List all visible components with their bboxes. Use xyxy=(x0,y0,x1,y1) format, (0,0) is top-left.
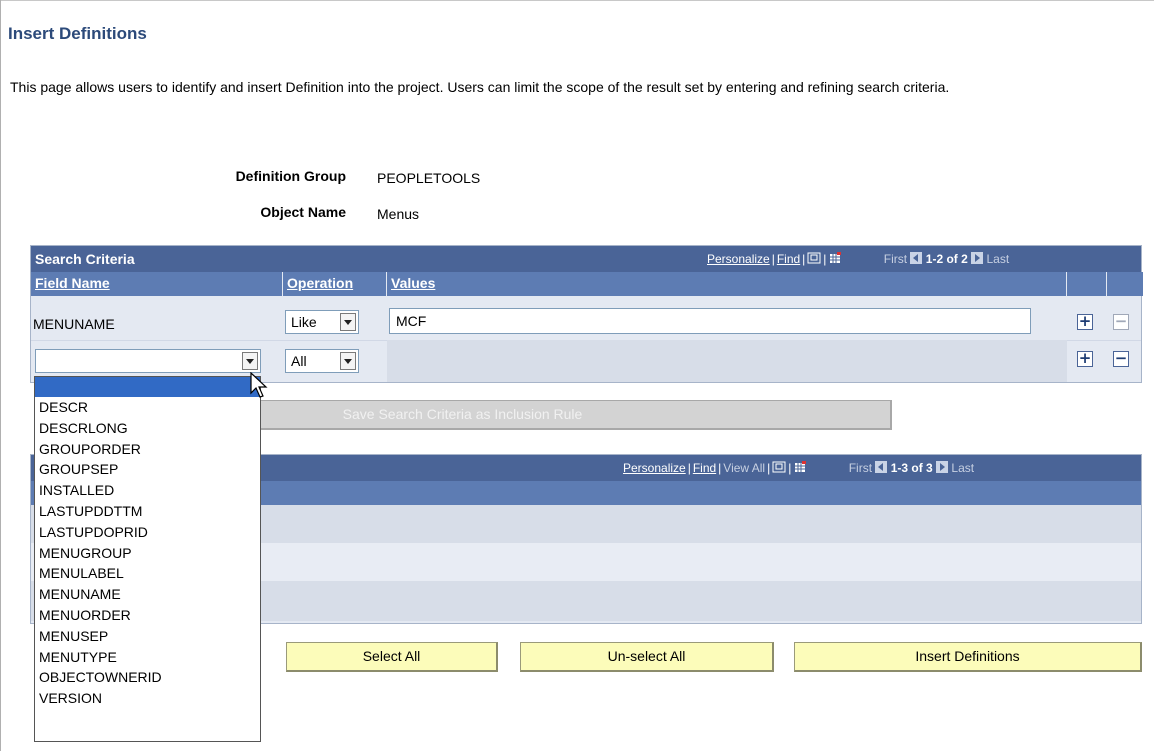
dropdown-option[interactable]: MENUORDER xyxy=(35,605,260,626)
column-delete xyxy=(1107,272,1143,296)
operation-value: All xyxy=(291,353,307,369)
dropdown-option[interactable]: MENULABEL xyxy=(35,563,260,584)
next-icon[interactable] xyxy=(936,461,949,473)
column-field-name[interactable]: Field Name xyxy=(31,272,283,296)
view-all-link[interactable]: View All xyxy=(723,461,765,475)
page-title: Insert Definitions xyxy=(8,24,147,43)
add-row-icon[interactable]: + xyxy=(1077,351,1093,367)
column-add xyxy=(1067,272,1107,296)
values-input[interactable]: MCF xyxy=(389,308,1031,334)
field-name-select[interactable] xyxy=(35,349,261,373)
search-grid-title: Search Criteria xyxy=(35,251,135,267)
dropdown-option[interactable]: DESCR xyxy=(35,397,260,418)
first-label: First xyxy=(848,461,873,475)
results-grid-range: 1-3 of 3 xyxy=(890,461,933,475)
unselect-all-button[interactable]: Un-select All xyxy=(520,642,774,672)
search-grid-range: 1-2 of 2 xyxy=(925,252,968,266)
values-cell-empty xyxy=(387,340,1067,382)
delete-row-icon: − xyxy=(1113,312,1129,330)
object-name-label: Object Name xyxy=(260,204,346,220)
previous-icon[interactable] xyxy=(875,461,888,473)
definition-group-label: Definition Group xyxy=(235,168,346,184)
chevron-down-icon[interactable] xyxy=(340,313,356,331)
operation-select[interactable]: Like xyxy=(285,310,359,334)
last-label: Last xyxy=(986,252,1010,266)
insert-definitions-button[interactable]: Insert Definitions xyxy=(794,642,1142,672)
dropdown-option-blank[interactable] xyxy=(35,377,260,397)
previous-icon[interactable] xyxy=(910,252,923,264)
download-spreadsheet-icon[interactable] xyxy=(828,252,842,264)
field-name-value: MENUNAME xyxy=(33,316,115,332)
dropdown-option[interactable]: OBJECTOWNERID xyxy=(35,667,260,688)
dropdown-option[interactable]: LASTUPDOPRID xyxy=(35,522,260,543)
definition-group-row: Definition Group xyxy=(0,168,346,188)
field-name-dropdown-list: DESCR DESCRLONG GROUPORDER GROUPSEP INST… xyxy=(34,376,261,742)
delete-row-icon[interactable]: − xyxy=(1113,351,1129,367)
operation-value: Like xyxy=(291,314,317,330)
search-grid-nav: Personalize | Find | | First 1-2 of 2 Last xyxy=(707,252,1010,266)
object-name-value: Menus xyxy=(377,206,420,222)
column-values[interactable]: Values xyxy=(387,272,1067,296)
column-operation[interactable]: Operation xyxy=(283,272,387,296)
dropdown-option[interactable]: LASTUPDDTTM xyxy=(35,501,260,522)
dropdown-option[interactable]: GROUPSEP xyxy=(35,459,260,480)
next-icon[interactable] xyxy=(971,252,984,264)
find-link[interactable]: Find xyxy=(777,252,800,266)
top-border xyxy=(0,0,1154,6)
mouse-cursor-icon xyxy=(250,372,268,398)
dropdown-option[interactable]: MENUTYPE xyxy=(35,647,260,668)
left-border xyxy=(0,0,1,751)
definition-group-value: PEOPLETOOLS xyxy=(377,170,481,186)
page-intro: This page allows users to identify and i… xyxy=(10,79,950,95)
dropdown-option[interactable]: MENUSEP xyxy=(35,626,260,647)
object-name-row: Object Name xyxy=(0,204,346,224)
new-window-icon[interactable] xyxy=(807,252,821,264)
download-spreadsheet-icon[interactable] xyxy=(793,461,807,473)
first-label: First xyxy=(883,252,908,266)
chevron-down-icon[interactable] xyxy=(340,352,356,370)
personalize-link[interactable]: Personalize xyxy=(707,252,770,266)
dropdown-option[interactable]: DESCRLONG xyxy=(35,418,260,439)
find-link[interactable]: Find xyxy=(693,461,716,475)
results-grid-nav: Personalize | Find | View All | | First 1-3 of… xyxy=(623,461,975,475)
search-criteria-grid: Search Criteria Personalize | Find | | First… xyxy=(30,245,1143,383)
dropdown-option[interactable]: VERSION xyxy=(35,688,260,709)
operation-select[interactable]: All xyxy=(285,349,359,373)
last-label: Last xyxy=(951,461,975,475)
chevron-down-icon[interactable] xyxy=(242,352,258,370)
select-all-button[interactable]: Select All xyxy=(286,642,498,672)
search-row-1: MENUNAME Like MCF + − xyxy=(31,296,1141,340)
new-window-icon[interactable] xyxy=(772,461,786,473)
dropdown-option[interactable]: MENUGROUP xyxy=(35,543,260,564)
dropdown-option[interactable]: INSTALLED xyxy=(35,480,260,501)
dropdown-option[interactable]: MENUNAME xyxy=(35,584,260,605)
personalize-link[interactable]: Personalize xyxy=(623,461,686,475)
add-row-icon[interactable]: + xyxy=(1077,314,1093,330)
dropdown-option[interactable]: GROUPORDER xyxy=(35,439,260,460)
search-grid-header: Search Criteria Personalize | Find | | First… xyxy=(31,246,1141,272)
